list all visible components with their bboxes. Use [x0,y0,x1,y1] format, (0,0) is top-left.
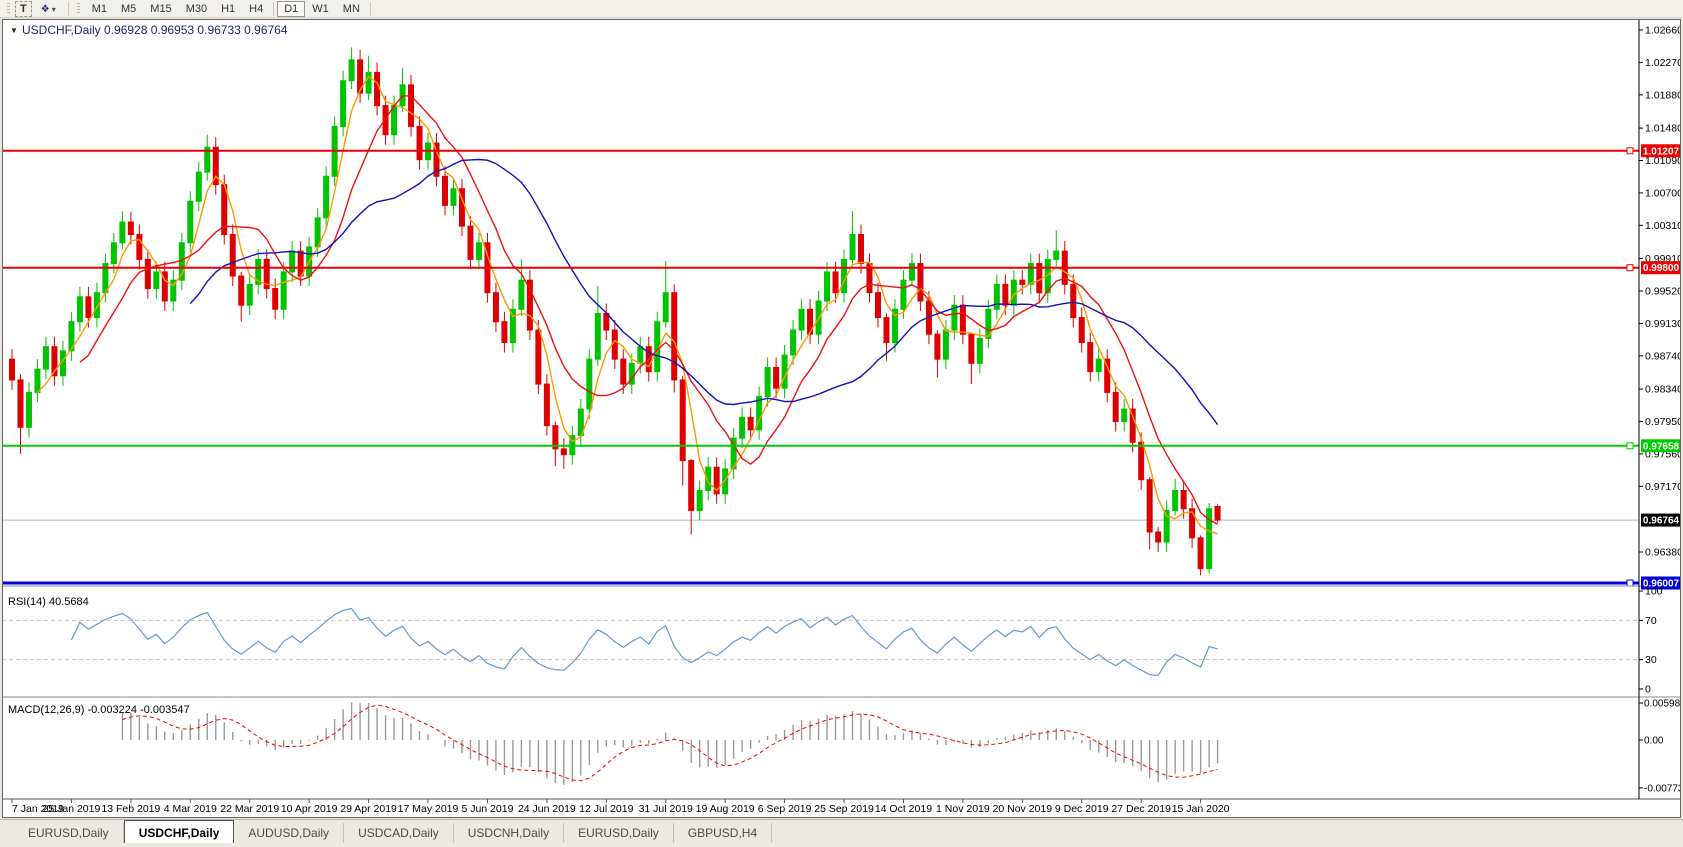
price-chart-canvas[interactable]: 1.026601.022701.018801.014801.010901.007… [2,19,1681,818]
axis-price-label: 0.97658 [1641,439,1681,452]
svg-text:4 Mar 2019: 4 Mar 2019 [164,803,217,815]
svg-text:1.00310: 1.00310 [1645,220,1681,232]
svg-text:19 Aug 2019: 19 Aug 2019 [696,803,755,815]
timeframe-button-m1[interactable]: M1 [85,1,114,17]
chart-tabs: EURUSD,DailyUSDCHF,DailyAUDUSD,DailyUSDC… [14,819,772,843]
axis-price-label: 1.01207 [1641,144,1681,157]
chart-title-layer: ▼ USDCHF,Daily 0.96928 0.96953 0.96733 0.… [10,23,288,37]
chart-window[interactable]: 1.026601.022701.018801.014801.010901.007… [2,19,1681,818]
timeframe-button-h1[interactable]: H1 [214,1,242,17]
frame-layer [2,19,1681,799]
svg-text:25 Jan 2019: 25 Jan 2019 [43,803,101,815]
svg-text:MACD(12,26,9) -0.003224 -0.003: MACD(12,26,9) -0.003224 -0.003547 [8,704,190,716]
chart-tab-eurusd-daily[interactable]: EURUSD,Daily [564,823,674,843]
toolbar-separator [68,2,69,16]
timeframe-button-h4[interactable]: H4 [242,1,270,17]
svg-text:USDCHF,Daily 0.96928 0.96953: USDCHF,Daily 0.96928 0.96953 0.96733 0.9… [22,23,288,37]
rsi-pane-layer: 100 70 30 0 RSI(14) 40.5684 [2,586,1663,696]
svg-text:10 Apr 2019: 10 Apr 2019 [281,803,338,815]
svg-text:0.96380: 0.96380 [1645,546,1681,558]
svg-text:20 Nov 2019: 20 Nov 2019 [993,803,1053,815]
svg-text:0.99520: 0.99520 [1645,285,1681,297]
svg-text:0.99130: 0.99130 [1645,318,1681,330]
moving-averages-layer [38,77,1218,534]
svg-text:22 Mar 2019: 22 Mar 2019 [220,803,279,815]
timeframe-button-m15[interactable]: M15 [143,1,178,17]
top-toolbar: T ❖▾ M1M5M15M30H1H4 D1W1MN [0,0,1683,18]
timeframe-button-d1[interactable]: D1 [277,1,305,17]
svg-text:0.97950: 0.97950 [1645,416,1681,428]
chart-tab-bar: EURUSD,DailyUSDCHF,DailyAUDUSD,DailyUSDC… [0,819,1683,843]
svg-text:0.98340: 0.98340 [1645,384,1681,396]
svg-text:RSI(14) 40.5684: RSI(14) 40.5684 [8,596,89,608]
chart-tab-usdcnh-daily[interactable]: USDCNH,Daily [454,823,564,843]
svg-text:17 May 2019: 17 May 2019 [398,803,459,815]
svg-text:30: 30 [1645,654,1657,666]
svg-text:12 Jul 2019: 12 Jul 2019 [579,803,633,815]
svg-text:100: 100 [1645,586,1663,598]
chart-tab-usdchf-daily[interactable]: USDCHF,Daily [124,820,235,843]
svg-text:0.99800: 0.99800 [1643,263,1680,274]
svg-text:25 Sep 2019: 25 Sep 2019 [814,803,874,815]
ma-slow-line [190,160,1217,425]
svg-text:29 Apr 2019: 29 Apr 2019 [340,803,397,815]
svg-text:13 Feb 2019: 13 Feb 2019 [101,803,160,815]
toolbar-separator [273,2,274,16]
date-axis-layer: 7 Jan 201925 Jan 201913 Feb 20194 Mar 20… [12,799,1230,815]
svg-text:6 Sep 2019: 6 Sep 2019 [758,803,812,815]
macd-pane-layer: 0.005986 0.00 -0.007737 MACD(12,26,9) -0.00… [8,699,1681,795]
templates-icon: ❖ [41,4,50,15]
svg-text:0.00: 0.00 [1644,736,1664,747]
svg-text:1 Nov 2019: 1 Nov 2019 [936,803,990,815]
chart-tab-usdcad-daily[interactable]: USDCAD,Daily [344,823,454,843]
timeframe-button-m5[interactable]: M5 [114,1,143,17]
svg-text:70: 70 [1645,615,1657,627]
svg-text:1.01880: 1.01880 [1645,89,1681,101]
svg-text:▼: ▼ [10,26,18,35]
ma-medium-line [80,96,1218,524]
svg-text:15 Jan 2020: 15 Jan 2020 [1172,803,1230,815]
svg-text:0.98740: 0.98740 [1645,350,1681,362]
caret-down-icon: ▾ [52,5,56,14]
svg-text:0.96764: 0.96764 [1643,516,1680,527]
toolbar-grip[interactable] [77,3,80,15]
svg-text:1.01480: 1.01480 [1645,123,1681,135]
svg-text:24 Jun 2019: 24 Jun 2019 [518,803,576,815]
toolbar-grip[interactable] [7,3,10,15]
svg-text:1.00700: 1.00700 [1645,187,1681,199]
chart-tab-eurusd-daily[interactable]: EURUSD,Daily [14,823,124,843]
svg-text:1.01207: 1.01207 [1643,146,1680,157]
svg-text:5 Jun 2019: 5 Jun 2019 [461,803,513,815]
axis-price-label: 0.96764 [1641,514,1681,527]
svg-text:31 Jul 2019: 31 Jul 2019 [639,803,693,815]
svg-text:27 Dec 2019: 27 Dec 2019 [1111,803,1171,815]
svg-text:14 Oct 2019: 14 Oct 2019 [875,803,932,815]
status-strip [0,843,1683,847]
timeframe-button-m30[interactable]: M30 [179,1,214,17]
ma-fast-line [38,77,1218,534]
rsi-line [71,609,1217,676]
svg-text:-0.007737: -0.007737 [1644,783,1681,794]
svg-text:0.97170: 0.97170 [1645,481,1681,493]
timeframe-button-mn[interactable]: MN [336,1,367,17]
templates-button[interactable]: ❖▾ [34,1,63,17]
macd-signal-line [122,705,1217,781]
toolbar-separator [370,2,371,16]
svg-text:0: 0 [1645,684,1651,696]
timeframe-button-w1[interactable]: W1 [305,1,336,17]
axis-price-label: 0.99800 [1641,261,1681,274]
svg-text:1.02660: 1.02660 [1645,25,1681,37]
svg-text:0.97658: 0.97658 [1643,441,1680,452]
svg-text:0.005986: 0.005986 [1644,699,1681,710]
chart-tab-audusd-daily[interactable]: AUDUSD,Daily [234,823,344,843]
price-axis-layer: 1.026601.022701.018801.014801.010901.007… [1639,25,1681,559]
svg-text:1.02270: 1.02270 [1645,57,1681,69]
candles-layer [10,47,1221,575]
text-tool-button[interactable]: T [15,1,32,17]
svg-text:9 Dec 2019: 9 Dec 2019 [1055,803,1109,815]
timeframe-button-group: M1M5M15M30H1H4 D1W1MN [85,1,374,17]
chart-tab-gbpusd-h4[interactable]: GBPUSD,H4 [674,823,772,843]
